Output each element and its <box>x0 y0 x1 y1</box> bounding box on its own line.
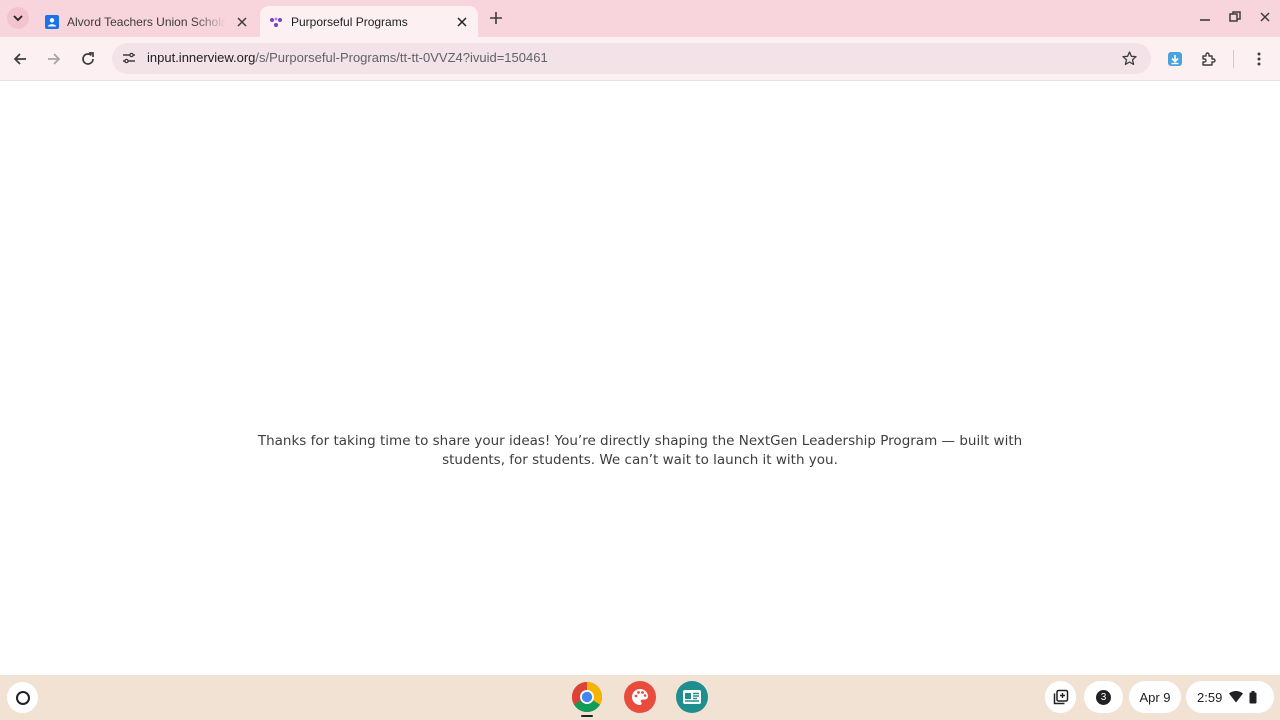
back-button[interactable] <box>9 48 31 70</box>
classroom-app-icon[interactable] <box>676 681 708 713</box>
minimize-button[interactable] <box>1196 8 1214 26</box>
close-tab-icon[interactable] <box>454 14 470 30</box>
extensions-menu-button[interactable] <box>1198 48 1220 70</box>
active-app-indicator <box>581 715 593 717</box>
tab-strip: Alvord Teachers Union Scholarship Purpor… <box>0 0 1280 37</box>
restore-button[interactable] <box>1226 8 1244 26</box>
browser-menu-button[interactable] <box>1248 48 1270 70</box>
reload-icon <box>82 52 94 65</box>
battery-icon <box>1249 690 1257 703</box>
url-path: /s/Purporseful-Programs/tt-tt-0VVZ4?ivui… <box>255 50 548 65</box>
restore-icon <box>1229 11 1241 22</box>
wifi-icon <box>1229 691 1244 703</box>
extension-button[interactable] <box>1164 48 1186 70</box>
canvas-app-icon[interactable] <box>624 681 656 713</box>
chevron-down-icon <box>13 15 23 22</box>
address-bar[interactable]: input.innerview.org/s/Purporseful-Progra… <box>112 43 1151 74</box>
google-forms-icon <box>45 14 59 29</box>
forward-button[interactable] <box>43 48 65 70</box>
tab-title: Alvord Teachers Union Scholarship <box>67 14 226 29</box>
date-text: Apr 9 <box>1139 689 1171 705</box>
browser-toolbar: input.innerview.org/s/Purporseful-Progra… <box>0 37 1280 81</box>
system-shelf: 3 Apr 9 2:59 <box>0 675 1280 720</box>
reload-button[interactable] <box>77 48 99 70</box>
new-tab-button[interactable] <box>486 8 506 28</box>
chrome-app-icon[interactable] <box>571 681 603 713</box>
bookmark-star-icon[interactable] <box>1121 50 1138 67</box>
launcher-icon <box>15 690 30 705</box>
tab-purporseful-programs[interactable]: Purporseful Programs <box>260 6 478 37</box>
back-arrow-icon <box>13 53 26 65</box>
message-line-1: Thanks for taking time to share your ide… <box>257 433 1023 449</box>
message-line-2: students, for students. We can’t wait to… <box>442 452 838 468</box>
url-text[interactable]: input.innerview.org/s/Purporseful-Progra… <box>147 50 548 65</box>
url-domain: input.innerview.org <box>147 50 256 65</box>
minimize-icon <box>1200 19 1210 21</box>
status-tray-button[interactable]: 2:59 <box>1186 681 1274 713</box>
kebab-menu-icon <box>1257 52 1261 66</box>
toolbar-divider <box>1233 50 1234 68</box>
tab-title: Purporseful Programs <box>291 14 408 29</box>
launcher-button[interactable] <box>7 682 38 713</box>
site-info-icon[interactable] <box>121 50 137 66</box>
puzzle-icon <box>1202 52 1216 66</box>
date-tray-button[interactable]: Apr 9 <box>1129 681 1181 713</box>
tote-button[interactable] <box>1045 681 1076 713</box>
forward-arrow-icon <box>48 53 61 65</box>
plus-icon <box>490 12 502 24</box>
thank-you-message: Thanks for taking time to share your ide… <box>250 432 1030 470</box>
notification-center-button[interactable]: 3 <box>1084 681 1123 713</box>
tab-search-button[interactable] <box>7 7 29 29</box>
tab-alvord[interactable]: Alvord Teachers Union Scholarship <box>36 6 258 37</box>
extension-download-icon <box>1168 52 1182 66</box>
close-window-button[interactable] <box>1256 8 1274 26</box>
holding-space-icon <box>1053 689 1068 705</box>
time-text: 2:59 <box>1197 689 1223 705</box>
close-icon <box>1260 12 1270 22</box>
innerview-logo-icon <box>269 15 283 29</box>
close-tab-icon[interactable] <box>234 14 250 30</box>
page-content: Thanks for taking time to share your ide… <box>0 82 1280 675</box>
notification-count-badge: 3 <box>1096 689 1111 705</box>
